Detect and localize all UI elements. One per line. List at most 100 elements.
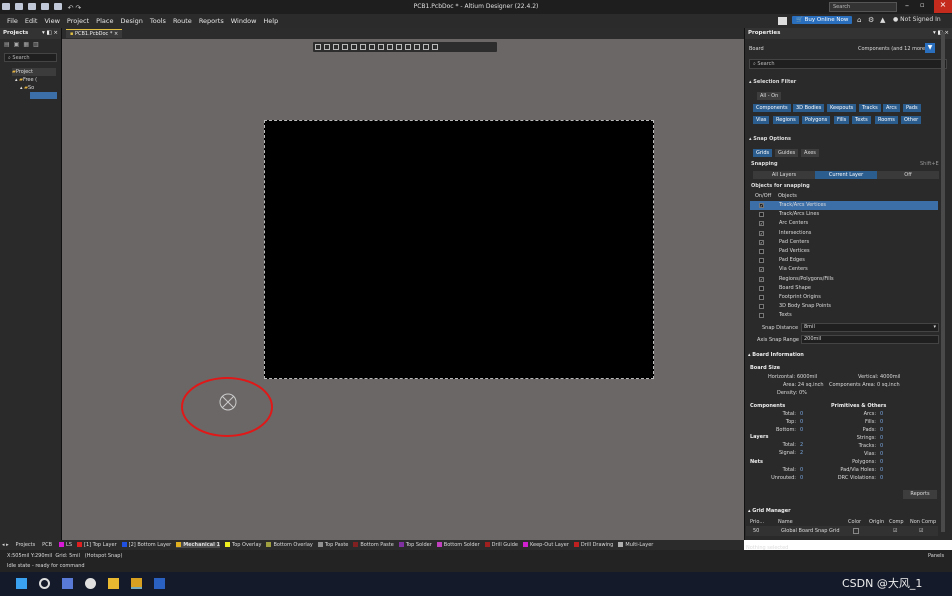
start-icon[interactable] <box>16 578 27 589</box>
all-on-button[interactable]: All - On <box>757 92 782 100</box>
snap-object-row[interactable]: ✓ Via Centers <box>750 265 938 274</box>
board-info-title[interactable]: ▴ Board Information <box>748 352 804 358</box>
snap-object-row[interactable]: Footprint Origins <box>750 293 938 302</box>
checkbox-checked-icon[interactable]: ✓ <box>759 203 764 208</box>
layer-tab[interactable]: Bottom Paste <box>353 542 394 548</box>
checkbox-icon[interactable] <box>759 313 764 319</box>
filter-summary[interactable]: Components (and 12 more) <box>858 46 927 52</box>
layer-tab[interactable]: Top Overlay <box>225 542 261 548</box>
snap-object-row[interactable]: ✓ Intersections <box>750 229 938 238</box>
close-button[interactable]: × <box>934 0 952 13</box>
filter-texts[interactable]: Texts <box>852 116 871 124</box>
snap-distance-select[interactable]: 8mil ▾ <box>801 323 939 332</box>
word-icon[interactable] <box>153 578 165 589</box>
minimize-button[interactable]: – <box>905 1 909 10</box>
filter-keepouts[interactable]: Keepouts <box>827 104 857 112</box>
fill-icon[interactable] <box>396 44 402 50</box>
snap-object-row[interactable]: 3D Body Snap Points <box>750 302 938 311</box>
menu-window[interactable]: Window <box>231 17 257 25</box>
layer-tab[interactable]: Top Solder <box>398 542 432 548</box>
pcb-tab[interactable]: PCB <box>42 542 52 548</box>
menu-place[interactable]: Place <box>96 17 113 25</box>
feedback-icon[interactable] <box>778 17 787 25</box>
panels-button[interactable]: Panels <box>928 553 944 559</box>
menu-file[interactable]: File <box>7 17 18 25</box>
checkbox-icon[interactable] <box>759 294 764 300</box>
pad-icon[interactable] <box>387 44 393 50</box>
interactive-route-icon[interactable] <box>369 44 375 50</box>
projects-tab[interactable]: Projects <box>16 542 36 548</box>
layer-tab[interactable]: Drill Drawing <box>573 542 613 548</box>
tab-axes[interactable]: Axes <box>801 149 819 157</box>
menu-edit[interactable]: Edit <box>25 17 38 25</box>
tree-item-pcb[interactable] <box>12 92 61 101</box>
snap-object-row[interactable]: ✓ Pad Centers <box>750 238 938 247</box>
snap-off[interactable]: Off <box>877 171 939 179</box>
properties-scrollbar[interactable] <box>941 32 945 532</box>
tree-item-project[interactable]: ▰Project <box>12 68 56 76</box>
filter-3d-bodies[interactable]: 3D Bodies <box>793 104 825 112</box>
snap-object-row[interactable]: Pad Vertices <box>750 247 938 256</box>
line-icon[interactable] <box>432 44 438 50</box>
global-search[interactable]: Search <box>829 2 897 12</box>
selection-filter-title[interactable]: ▴ Selection Filter <box>749 79 796 85</box>
layer-tab[interactable]: Bottom Solder <box>436 542 480 548</box>
filter-polygons[interactable]: Polygons <box>802 116 831 124</box>
filter-fills[interactable]: Fills <box>834 116 850 124</box>
close-project-icon[interactable]: ▥ <box>33 41 43 48</box>
menu-project[interactable]: Project <box>67 17 89 25</box>
compile-icon[interactable]: ▦ <box>23 41 33 48</box>
snap-object-row[interactable]: Pad Edges <box>750 256 938 265</box>
project-options-icon[interactable]: ▣ <box>14 41 24 48</box>
snap-options-title[interactable]: ▴ Snap Options <box>749 136 791 142</box>
reports-button[interactable]: Reports <box>903 490 937 499</box>
axis-snap-range-input[interactable]: 200mil <box>801 335 939 344</box>
chart-icon[interactable] <box>351 44 357 50</box>
select-icon[interactable] <box>342 44 348 50</box>
tree-item-free[interactable]: ▴ ▰Free ( <box>12 76 61 84</box>
snap-object-row[interactable]: ✓ Track/Arcs Vertices <box>750 201 938 211</box>
tab-guides[interactable]: Guides <box>775 149 799 157</box>
checkbox-icon[interactable] <box>759 285 764 291</box>
menu-view[interactable]: View <box>44 17 59 25</box>
tree-item-source[interactable]: ▴ ▰So <box>12 84 61 92</box>
layer-tab[interactable]: Bottom Overlay <box>266 542 313 548</box>
checkbox-checked-icon[interactable]: ✓ <box>759 239 764 245</box>
layer-tab[interactable]: Drill Guide <box>484 542 518 548</box>
account-menu[interactable]: ● Not Signed In <box>893 16 941 23</box>
layer-tab[interactable]: LS <box>59 542 72 548</box>
checkbox-checked-icon[interactable]: ✓ <box>759 267 764 273</box>
snap-object-row[interactable]: ✓ Arc Centers <box>750 219 938 228</box>
snap-all-layers[interactable]: All Layers <box>753 171 815 179</box>
filter-regions[interactable]: Regions <box>773 116 799 124</box>
filter-rooms[interactable]: Rooms <box>875 116 898 124</box>
tab-pcb1[interactable]: ▪ PCB1.PcbDoc * × <box>66 29 123 38</box>
menu-tools[interactable]: Tools <box>150 17 166 25</box>
file-explorer-icon[interactable] <box>107 578 119 589</box>
checkbox-checked-icon[interactable]: ✓ <box>759 276 764 282</box>
search-icon[interactable] <box>38 578 50 589</box>
tab-close-icon[interactable]: × <box>114 31 118 37</box>
nav-arrows-icon[interactable]: ◂ ▸ <box>2 542 9 548</box>
grid-row[interactable] <box>746 526 938 536</box>
home-icon[interactable]: ⌂ <box>857 16 861 24</box>
checkbox-checked-icon[interactable]: ✓ <box>759 230 764 236</box>
snap-object-row[interactable]: ✓ Regions/Polygons/Fills <box>750 275 938 284</box>
layer-tab[interactable]: Top Paste <box>317 542 348 548</box>
cross-icon[interactable] <box>333 44 339 50</box>
notifications-icon[interactable]: ▲ <box>880 16 885 24</box>
workspace-icon[interactable]: ▤ <box>4 41 14 48</box>
tab-grids[interactable]: Grids <box>753 149 773 157</box>
filter-arcs[interactable]: Arcs <box>883 104 900 112</box>
measure-icon[interactable] <box>414 44 420 50</box>
panel-pin-icon[interactable]: ▾ ◧ × <box>42 30 58 36</box>
menu-help[interactable]: Help <box>263 17 278 25</box>
chrome-icon[interactable] <box>84 578 96 589</box>
filter-pads[interactable]: Pads <box>903 104 921 112</box>
checkbox-checked-icon[interactable]: ✓ <box>759 221 764 227</box>
menu-design[interactable]: Design <box>120 17 142 25</box>
filter-icon[interactable]: ▼ <box>925 43 935 53</box>
layer-tab[interactable]: Keep-Out Layer <box>523 542 569 548</box>
filter-tracks[interactable]: Tracks <box>859 104 881 112</box>
text-icon[interactable] <box>423 44 429 50</box>
